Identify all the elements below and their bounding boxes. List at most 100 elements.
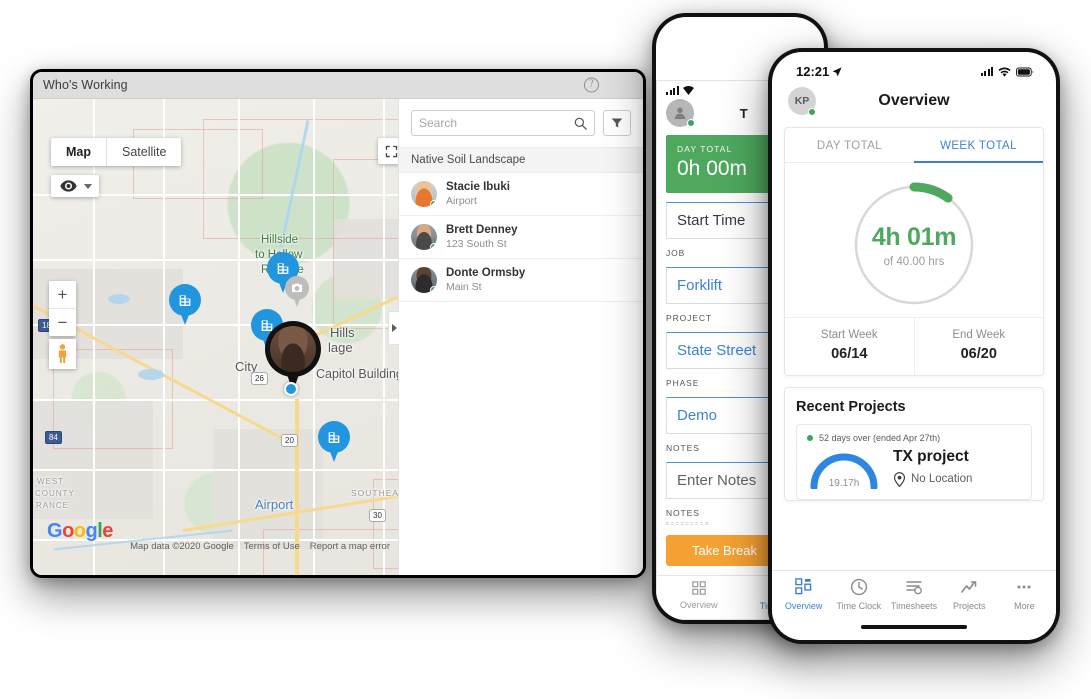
window-titlebar: Who's Working ? (33, 72, 643, 99)
map-data-credit: Map data ©2020 Google (130, 541, 234, 552)
wifi-icon (998, 67, 1011, 77)
person-name: Brett Denney (446, 224, 518, 236)
tab-label: Overview (679, 600, 718, 610)
tab-label: Timesheets (890, 601, 938, 611)
start-week-label: Start Week (820, 329, 878, 341)
street-view-pegman-icon[interactable] (49, 339, 76, 369)
totals-tabs: DAY TOTAL WEEK TOTAL (785, 128, 1043, 163)
visibility-dropdown[interactable] (51, 175, 99, 197)
report-map-error-link[interactable]: Report a map error (310, 541, 390, 552)
status-time-group: 12:21 (796, 64, 842, 79)
building-pin-icon[interactable] (169, 284, 201, 326)
tab-label: Projects (952, 601, 986, 611)
map-type-satellite[interactable]: Satellite (107, 138, 181, 166)
map-label: lage (328, 340, 353, 355)
search-input[interactable] (419, 116, 574, 130)
map-label: Capitol Building (316, 367, 398, 381)
ellipsis-icon (997, 578, 1052, 598)
google-watermark: Google (47, 520, 113, 542)
highway-shield: 20 (281, 434, 298, 447)
progress-ring-wrap: 4h 01m of 40.00 hrs (785, 163, 1043, 317)
status-dot (687, 119, 695, 127)
user-avatar-icon[interactable] (666, 99, 695, 127)
status-dot (808, 108, 816, 116)
project-body: 19.17h TX project No Location (807, 445, 1021, 489)
ring-center: 4h 01m of 40.00 hrs (850, 181, 978, 309)
avatar (411, 181, 437, 207)
person-location: Airport (446, 195, 477, 207)
project-name: TX project (893, 447, 969, 465)
battery-full-icon (1016, 67, 1034, 76)
tab-projects[interactable]: Projects (942, 578, 997, 611)
tab-overview[interactable]: Overview (776, 578, 831, 611)
phone-device-right: 12:21 KP Overview DAY TOTAL WEEK TOTAL 4… (768, 48, 1060, 644)
filter-button[interactable] (603, 110, 631, 136)
map-label: Hills (330, 325, 355, 340)
week-total-value: 4h 01m (871, 222, 957, 251)
terms-of-use-link[interactable]: Terms of Use (244, 541, 300, 552)
clock-icon (831, 578, 886, 598)
signal-bars-icon (980, 67, 993, 76)
eye-icon (60, 180, 77, 192)
avatar (411, 224, 437, 250)
totals-card: DAY TOTAL WEEK TOTAL 4h 01m of 40.00 hrs (784, 127, 1044, 376)
week-range-row: Start Week 06/14 End Week 06/20 (785, 317, 1043, 375)
timesheet-icon (886, 578, 941, 598)
tab-more[interactable]: More (997, 578, 1052, 611)
map-type-map[interactable]: Map (51, 138, 106, 166)
person-location: Main St (446, 281, 482, 293)
fullscreen-icon (385, 145, 397, 157)
home-indicator (772, 614, 1056, 640)
panel-collapse-toggle[interactable] (388, 311, 399, 345)
avatar[interactable]: KP (788, 87, 816, 116)
zoom-in-button[interactable]: + (49, 281, 76, 308)
list-item[interactable]: Stacie Ibuki Airport (399, 173, 643, 216)
search-box[interactable] (411, 110, 595, 136)
list-item[interactable]: Brett Denney 123 South St (399, 216, 643, 259)
camera-pin-icon[interactable] (285, 276, 309, 308)
tab-time-clock[interactable]: Time Clock (831, 578, 886, 611)
take-break-button[interactable]: Take Break (666, 535, 783, 566)
phone-right-screen: 12:21 KP Overview DAY TOTAL WEEK TOTAL 4… (772, 52, 1056, 640)
map-label: Hillside (261, 234, 299, 246)
week-total-goal: of 40.00 hrs (883, 255, 945, 268)
help-circle-icon[interactable]: ? (584, 77, 599, 93)
map-pane[interactable]: Hillside to Hollow Reserve Hills lage Ci… (33, 99, 398, 575)
person-location: 123 South St (446, 238, 507, 250)
list-item[interactable]: Donte Ormsby Main St (399, 259, 643, 302)
list-toolbar (399, 99, 643, 147)
zoom-controls[interactable]: + − (49, 281, 76, 336)
tab-timesheets[interactable]: Timesheets (886, 578, 941, 611)
recent-projects-title: Recent Projects (796, 399, 906, 415)
status-dot (430, 200, 437, 207)
screen-title: T (739, 105, 748, 121)
phone-right-tabbar: Overview Time Clock Timesheets Projects … (772, 570, 1056, 614)
status-indicators (980, 67, 1035, 77)
status-dot (430, 243, 437, 250)
end-week-value: 06/20 (960, 346, 997, 362)
tab-week-total[interactable]: WEEK TOTAL (914, 128, 1043, 163)
window-body: Hillside to Hollow Reserve Hills lage Ci… (33, 99, 643, 575)
tab-label: Overview (784, 601, 823, 611)
status-dot (430, 286, 437, 293)
tab-overview[interactable]: Overview (657, 581, 741, 611)
building-pin-icon[interactable] (318, 421, 350, 463)
location-arrow-icon (832, 66, 842, 76)
map-canvas: Hillside to Hollow Reserve Hills lage Ci… (33, 99, 398, 575)
wifi-icon (682, 86, 694, 95)
zoom-out-button[interactable]: − (49, 309, 76, 336)
project-card[interactable]: 52 days over (ended Apr 27th) 19.17h TX … (796, 424, 1032, 500)
fullscreen-button[interactable] (378, 138, 398, 164)
page-title: Who's Working (43, 78, 128, 92)
start-week-value: 06/14 (831, 346, 868, 362)
map-label: SOUTHEAST (351, 488, 398, 498)
map-type-switch[interactable]: Map Satellite (51, 138, 182, 166)
map-pin-icon (893, 471, 906, 487)
overview-header: KP Overview (772, 81, 1056, 127)
grid-icon (657, 581, 741, 597)
map-attribution: Map data ©2020 Google Terms of Use Repor… (130, 541, 390, 552)
project-location-text: No Location (911, 473, 973, 485)
project-info: TX project No Location (893, 448, 972, 487)
tab-day-total[interactable]: DAY TOTAL (785, 128, 914, 163)
group-header: Native Soil Landscape (399, 147, 643, 173)
